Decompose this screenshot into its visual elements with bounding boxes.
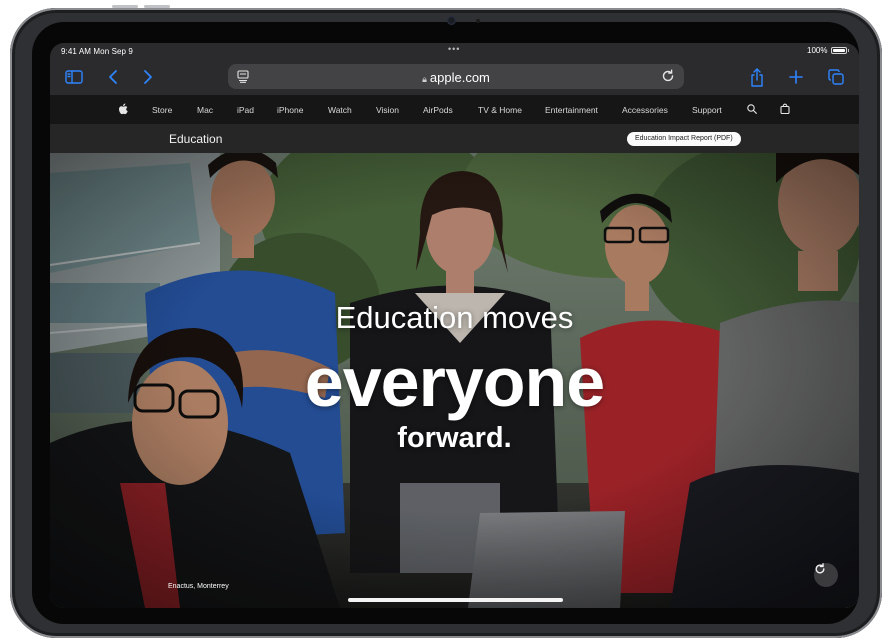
nav-store[interactable]: Store	[152, 105, 172, 115]
status-time: 9:41 AM Mon Sep 9	[61, 47, 133, 56]
reload-icon[interactable]	[661, 69, 675, 88]
hero-headline-line3: forward.	[397, 422, 512, 454]
battery-indicator: 100%	[807, 46, 849, 55]
address-bar[interactable]: 🔒︎ apple.com	[228, 64, 684, 89]
status-bar: 9:41 AM Mon Sep 9 ••• 100%	[50, 43, 859, 59]
forward-icon[interactable]	[136, 65, 160, 89]
nav-tv-home[interactable]: TV & Home	[478, 105, 522, 115]
education-local-nav: Education Education Impact Report (PDF)	[50, 124, 859, 154]
apple-logo-icon[interactable]	[118, 103, 128, 117]
replay-button[interactable]	[814, 563, 838, 587]
local-nav-title[interactable]: Education	[169, 132, 222, 146]
nav-ipad[interactable]: iPad	[237, 105, 254, 115]
apple-global-nav: Store Mac iPad iPhone Watch Vision AirPo…	[50, 95, 859, 124]
nav-support[interactable]: Support	[692, 105, 722, 115]
back-icon[interactable]	[101, 65, 125, 89]
home-indicator[interactable]	[348, 598, 563, 602]
battery-tip	[847, 49, 849, 52]
new-tab-icon[interactable]	[784, 65, 808, 89]
ambient-sensor	[476, 19, 480, 23]
share-icon[interactable]	[745, 65, 769, 89]
lock-icon: 🔒︎	[422, 74, 427, 84]
nav-iphone[interactable]: iPhone	[277, 105, 303, 115]
impact-report-button[interactable]: Education Impact Report (PDF)	[627, 132, 741, 146]
hero-section: Education moves everyone forward. Enactu…	[50, 153, 859, 608]
photo-caption: Enactus, Monterrey	[168, 583, 229, 590]
battery-percent: 100%	[807, 46, 828, 55]
nav-watch[interactable]: Watch	[328, 105, 352, 115]
hero-headline-line2: everyone	[304, 343, 605, 421]
nav-entertainment[interactable]: Entertainment	[545, 105, 598, 115]
browser-toolbar: 🔒︎ apple.com	[50, 59, 859, 95]
tabs-icon[interactable]	[824, 65, 848, 89]
nav-mac[interactable]: Mac	[197, 105, 213, 115]
hero-headline-line1: Education moves	[335, 300, 574, 335]
sidebar-icon[interactable]	[62, 65, 86, 89]
nav-accessories[interactable]: Accessories	[622, 105, 668, 115]
search-icon[interactable]	[747, 104, 757, 116]
multitasking-dots[interactable]: •••	[448, 44, 460, 54]
device-screen: 9:41 AM Mon Sep 9 ••• 100% 🔒︎apple.com	[50, 43, 859, 608]
battery-level-fill	[832, 49, 845, 52]
volume-button	[144, 5, 170, 8]
front-camera	[447, 16, 456, 25]
battery-icon	[830, 47, 847, 54]
url-text: apple.com	[429, 70, 490, 85]
nav-airpods[interactable]: AirPods	[423, 105, 453, 115]
top-button	[112, 5, 138, 8]
nav-vision[interactable]: Vision	[376, 105, 399, 115]
shopping-bag-icon[interactable]	[780, 103, 790, 116]
